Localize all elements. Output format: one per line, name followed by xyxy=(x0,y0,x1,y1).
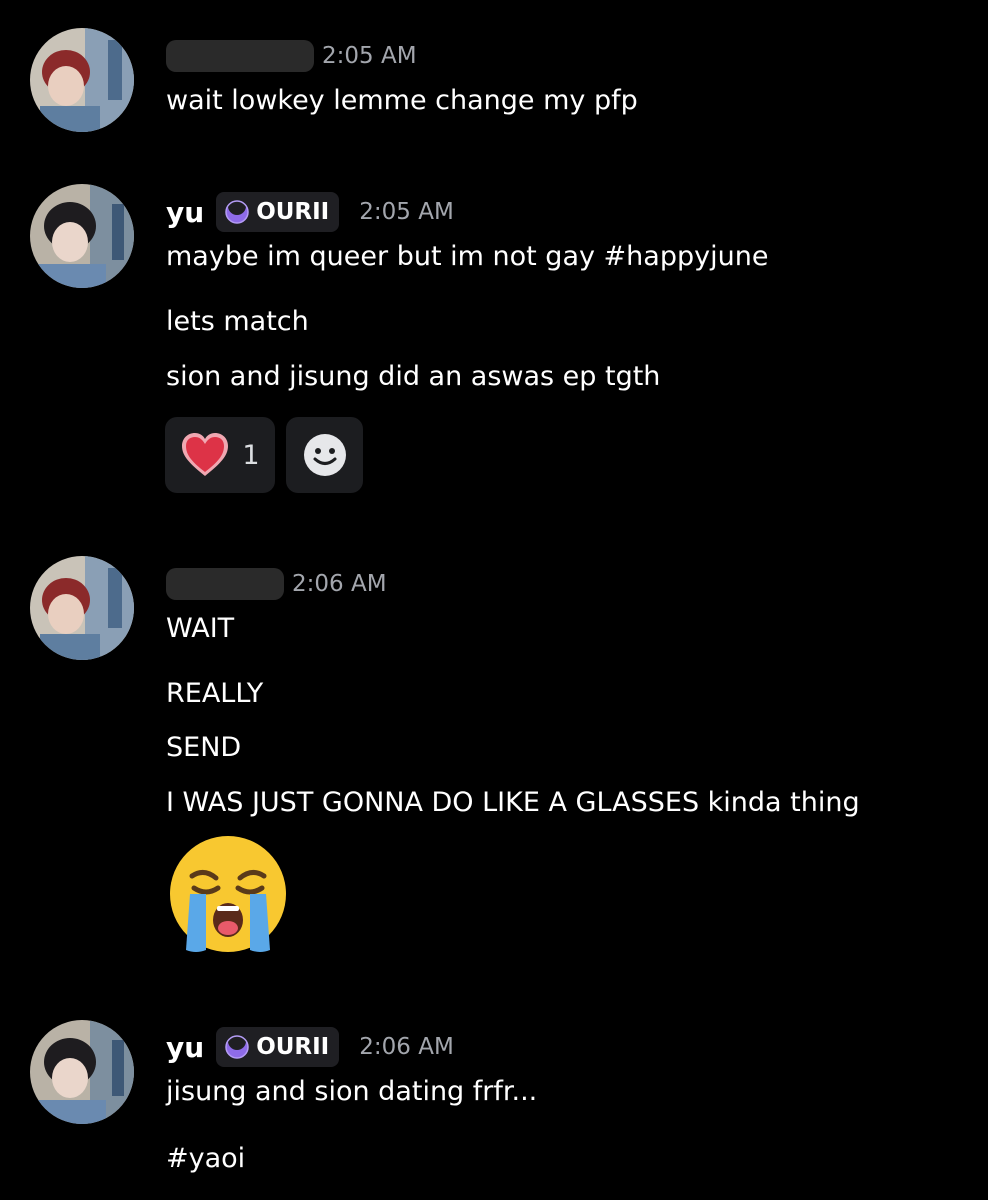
redacted-username xyxy=(166,568,284,600)
message-text: REALLY xyxy=(166,678,264,709)
role-tag[interactable]: OURII xyxy=(216,1027,340,1067)
message-text: #yaoi xyxy=(166,1143,246,1174)
user-avatar[interactable] xyxy=(30,28,134,132)
timestamp: 2:05 AM xyxy=(322,43,417,69)
add-reaction-icon xyxy=(303,434,346,476)
timestamp: 2:06 AM xyxy=(292,571,387,597)
message-header: yu OURII 2:05 AM xyxy=(166,192,454,232)
message-header: 2:05 AM xyxy=(166,36,417,76)
username[interactable]: yu xyxy=(166,196,204,229)
role-name: OURII xyxy=(256,1034,330,1060)
crescent-moon-icon xyxy=(225,1034,249,1059)
reaction-count: 1 xyxy=(242,439,260,471)
message-text: I WAS JUST GONNA DO LIKE A GLASSES kinda… xyxy=(166,787,860,818)
heart-emoji xyxy=(182,433,229,476)
redacted-username xyxy=(166,40,314,72)
message-text: lets match xyxy=(166,306,309,337)
message-text: SEND xyxy=(166,732,242,763)
message-text: sion and jisung did an aswas ep tgth xyxy=(166,361,661,392)
message-header: yu OURII 2:06 AM xyxy=(166,1027,454,1067)
add-reaction-button[interactable] xyxy=(286,417,363,493)
crescent-moon-icon xyxy=(225,199,249,224)
message-text: maybe im queer but im not gay #happyjune xyxy=(166,241,769,272)
message-header: 2:06 AM xyxy=(166,564,387,604)
message-text: WAIT xyxy=(166,613,235,644)
message-text: wait lowkey lemme change my pfp xyxy=(166,85,638,116)
user-avatar[interactable] xyxy=(30,184,134,288)
timestamp: 2:06 AM xyxy=(359,1034,454,1060)
timestamp: 2:05 AM xyxy=(359,199,454,225)
username[interactable]: yu xyxy=(166,1031,204,1064)
message-text: jisung and sion dating frfr... xyxy=(166,1076,538,1107)
reaction-heart[interactable]: 1 xyxy=(165,417,275,493)
user-avatar[interactable] xyxy=(30,556,134,660)
loudly-crying-face-emoji xyxy=(166,832,290,960)
role-tag[interactable]: OURII xyxy=(216,192,340,232)
role-name: OURII xyxy=(256,199,330,225)
user-avatar[interactable] xyxy=(30,1020,134,1124)
